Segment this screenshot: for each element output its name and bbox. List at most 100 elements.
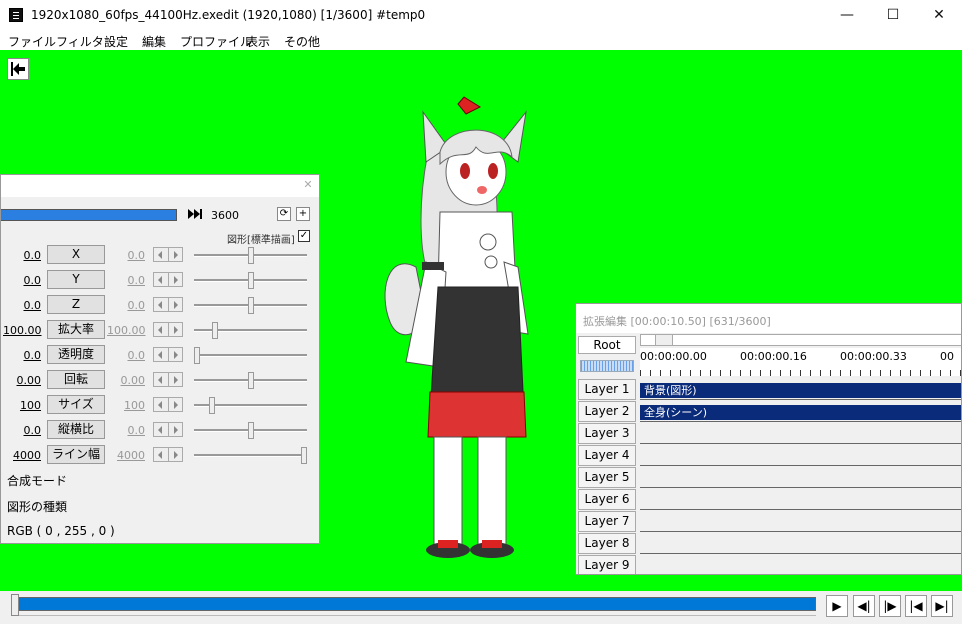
layer-lane[interactable] <box>640 488 961 510</box>
param-start-value[interactable]: 0.0 <box>3 349 42 362</box>
param-slider-thumb[interactable] <box>248 372 254 389</box>
param-start-value[interactable]: 0.0 <box>3 424 42 437</box>
minimize-button[interactable]: — <box>824 0 870 30</box>
layer-lane[interactable] <box>640 510 961 532</box>
param-slider-thumb[interactable] <box>248 272 254 289</box>
param-spin-buttons[interactable] <box>153 397 183 412</box>
param-spin-buttons[interactable] <box>153 372 183 387</box>
menu-file[interactable]: ファイル <box>8 33 56 50</box>
param-end-value[interactable]: 4000 <box>107 449 145 462</box>
layer-button[interactable]: Layer 2 <box>578 401 636 422</box>
timeline-scrollbar[interactable] <box>640 334 961 346</box>
timeline-scroll-thumb[interactable] <box>655 335 673 345</box>
param-button-scale[interactable]: 拡大率 <box>47 320 105 339</box>
timeline-title-bar: 拡張編集 [00:00:10.50] [631/3600] <box>576 304 961 333</box>
layer-row: Layer 5 <box>576 466 961 488</box>
menu-edit[interactable]: 編集 <box>142 33 166 50</box>
param-button-line-width[interactable]: ライン幅 <box>47 445 105 464</box>
param-spin-buttons[interactable] <box>153 272 183 287</box>
play-icon[interactable]: ▶ <box>826 595 848 617</box>
param-end-value[interactable]: 0.00 <box>107 374 146 387</box>
layer-button[interactable]: Layer 7 <box>578 511 636 532</box>
prev-frame-icon[interactable]: ◀| <box>853 595 875 617</box>
param-slider-track[interactable] <box>194 454 307 457</box>
param-slider-thumb[interactable] <box>301 447 307 464</box>
go-end-icon[interactable]: ▶| <box>931 595 953 617</box>
param-slider-thumb[interactable] <box>248 297 254 314</box>
timeline-object[interactable]: 全身(シーン) <box>640 405 961 420</box>
param-end-value[interactable]: 0.0 <box>107 249 146 262</box>
layer-lane[interactable] <box>640 466 961 488</box>
param-start-value[interactable]: 4000 <box>3 449 41 462</box>
root-button[interactable]: Root <box>578 336 636 354</box>
param-end-value[interactable]: 0.0 <box>107 349 146 362</box>
maximize-button[interactable]: ☐ <box>870 0 916 30</box>
menu-view[interactable]: 表示 <box>246 33 270 50</box>
param-end-value[interactable]: 0.0 <box>107 299 146 312</box>
param-button-rotation[interactable]: 回転 <box>47 370 105 389</box>
param-slider-thumb[interactable] <box>194 347 200 364</box>
param-end-value[interactable]: 100 <box>107 399 145 412</box>
layer-button[interactable]: Layer 5 <box>578 467 636 488</box>
param-button-x[interactable]: X <box>47 245 105 264</box>
menu-other[interactable]: その他 <box>284 33 320 50</box>
param-end-value[interactable]: 0.0 <box>107 424 146 437</box>
layer-button[interactable]: Layer 3 <box>578 423 636 444</box>
param-start-value[interactable]: 0.0 <box>3 299 42 312</box>
panel-close-icon[interactable]: ✕ <box>301 178 315 192</box>
blend-mode-label[interactable]: 合成モード <box>7 472 67 489</box>
param-start-value[interactable]: 100 <box>3 399 41 412</box>
layer-lane[interactable] <box>640 444 961 466</box>
param-spin-buttons[interactable] <box>153 247 183 262</box>
layer-lane[interactable] <box>640 532 961 554</box>
zoom-slider[interactable] <box>580 360 634 372</box>
seek-thumb[interactable] <box>11 594 19 616</box>
param-spin-buttons[interactable] <box>153 422 183 437</box>
param-slider-track[interactable] <box>194 329 307 332</box>
param-spin-buttons[interactable] <box>153 322 183 337</box>
param-slider-thumb[interactable] <box>209 397 215 414</box>
time-ruler[interactable]: 00:00:00.00 00:00:00.16 00:00:00.33 00 <box>640 348 961 376</box>
back-to-start-icon[interactable] <box>7 58 29 80</box>
param-slider-thumb[interactable] <box>248 422 254 439</box>
layer-lane[interactable] <box>640 554 961 574</box>
param-end-value[interactable]: 100.00 <box>107 324 146 337</box>
param-slider-track[interactable] <box>194 354 307 357</box>
timeline-object[interactable]: 背景(図形) <box>640 383 961 398</box>
layer-button[interactable]: Layer 4 <box>578 445 636 466</box>
layer-button[interactable]: Layer 1 <box>578 379 636 400</box>
next-frame-icon[interactable]: |▶ <box>879 595 901 617</box>
param-spin-buttons[interactable] <box>153 297 183 312</box>
close-button[interactable]: ✕ <box>916 0 962 30</box>
param-button-z[interactable]: Z <box>47 295 105 314</box>
add-filter-icon[interactable]: + <box>296 207 310 221</box>
param-end-value[interactable]: 0.0 <box>107 274 146 287</box>
layer-button[interactable]: Layer 9 <box>578 555 636 574</box>
frame-range-bar[interactable] <box>1 209 177 221</box>
layer-button[interactable]: Layer 6 <box>578 489 636 510</box>
param-spin-buttons[interactable] <box>153 347 183 362</box>
param-button-aspect[interactable]: 縦横比 <box>47 420 105 439</box>
param-start-value[interactable]: 100.00 <box>3 324 42 337</box>
param-button-size[interactable]: サイズ <box>47 395 105 414</box>
param-button-opacity[interactable]: 透明度 <box>47 345 105 364</box>
menu-profile[interactable]: プロファイル <box>180 33 252 50</box>
shape-type-label[interactable]: 図形の種類 <box>7 498 67 515</box>
param-slider-thumb[interactable] <box>248 247 254 264</box>
menu-filter[interactable]: フィルタ <box>56 33 104 50</box>
layer-button[interactable]: Layer 8 <box>578 533 636 554</box>
param-button-y[interactable]: Y <box>47 270 105 289</box>
jump-end-icon[interactable] <box>186 208 204 222</box>
go-start-icon[interactable]: |◀ <box>905 595 927 617</box>
refresh-icon[interactable]: ⟳ <box>277 207 291 221</box>
layer-lane[interactable] <box>640 422 961 444</box>
menu-settings[interactable]: 設定 <box>104 33 128 50</box>
param-start-value[interactable]: 0.0 <box>3 274 42 287</box>
seek-track[interactable] <box>16 597 816 611</box>
param-start-value[interactable]: 0.00 <box>3 374 42 387</box>
shape-enabled-checkbox[interactable]: ✓ <box>298 230 310 242</box>
param-start-value[interactable]: 0.0 <box>3 249 42 262</box>
param-spin-buttons[interactable] <box>153 447 183 462</box>
param-slider-thumb[interactable] <box>212 322 218 339</box>
color-value[interactable]: RGB ( 0 , 255 , 0 ) <box>7 524 115 538</box>
